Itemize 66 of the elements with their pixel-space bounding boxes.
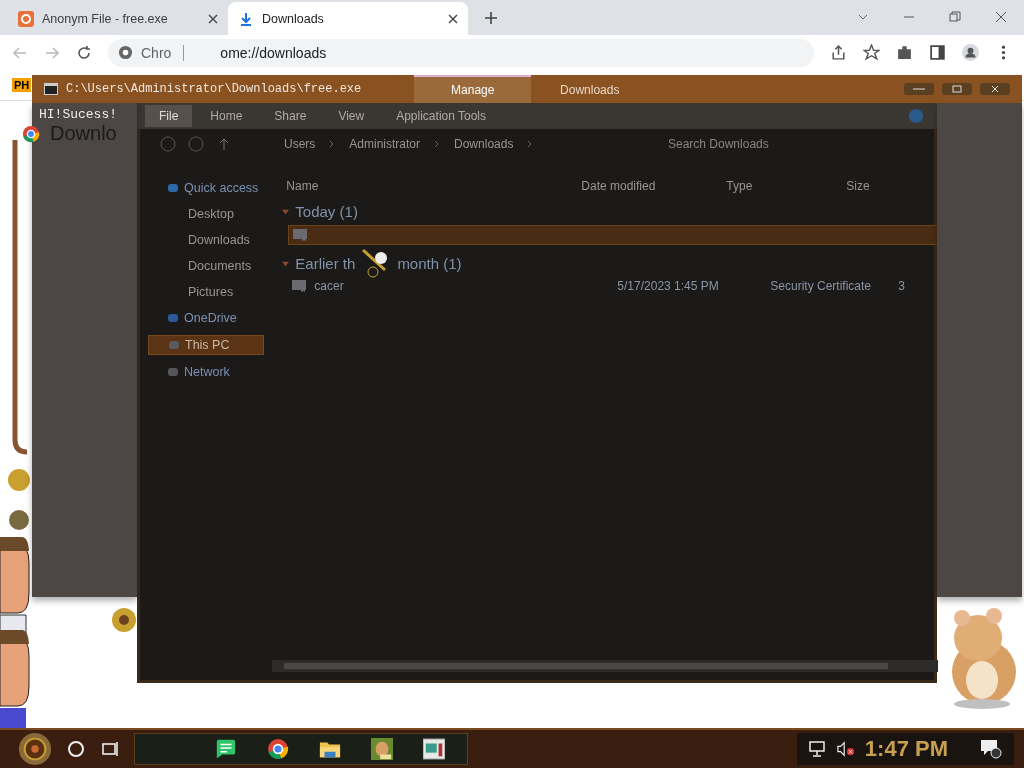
file-row[interactable]: cacer 5/17/2023 1:45 PM Security Certificate 3 [288,277,939,295]
nav-item[interactable]: Downloads [148,231,265,249]
nav-item[interactable]: Pictures [148,283,265,301]
menu-tab[interactable]: Home [196,105,257,127]
ribbon-tab[interactable]: Manage [414,75,532,103]
column-header[interactable]: Type [726,179,847,193]
app-thumbnail-icon[interactable] [371,738,393,760]
network-icon[interactable] [808,741,827,757]
group-header: Today (1) [295,202,358,220]
window-app-icon[interactable] [423,738,445,760]
group-header: Earlier th [295,254,356,272]
console-icon [44,83,58,95]
chat-app-icon[interactable] [215,738,237,760]
side-panel-icon[interactable] [929,44,946,61]
task-view-icon[interactable] [100,739,120,759]
browser-tab[interactable]: Downloads [228,2,468,35]
close-icon[interactable] [448,13,458,24]
menu-tab[interactable]: File [145,105,193,127]
close-icon[interactable] [995,11,1007,23]
muted-speaker-icon[interactable] [836,741,855,757]
nav-item[interactable]: OneDrive [148,309,265,327]
breadcrumb-item[interactable]: Administrator [349,137,421,151]
address-bar[interactable]: Chro ome://downloads [108,38,814,67]
search-field[interactable]: Search Downloads [666,135,880,153]
minimize-icon[interactable] [904,83,934,95]
column-header[interactable]: Size [846,179,887,193]
restore-icon[interactable] [949,11,961,23]
console-output: HI!Sucess! [38,106,118,124]
certificate-icon [293,229,308,241]
start-gear-icon[interactable] [18,732,52,766]
browser-tab[interactable]: Anonym File - free.exe [8,2,228,35]
share-icon[interactable] [830,44,847,61]
nav-item[interactable]: Network [148,363,265,381]
menu-tab[interactable]: Share [260,105,321,127]
collapse-icon[interactable] [282,207,290,215]
collapse-icon[interactable] [282,259,290,267]
nav-item[interactable]: Quick access [148,179,265,197]
new-tab-icon[interactable] [484,11,498,25]
bookmark-badge[interactable]: PH [12,78,32,92]
nav-item[interactable]: Desktop [148,205,265,223]
download-icon [238,10,254,27]
chevron-icon[interactable] [527,140,534,148]
nav-item[interactable]: Documents [148,257,265,275]
star-icon[interactable] [863,44,880,61]
reload-icon[interactable] [76,44,92,61]
profile-icon[interactable] [962,44,979,61]
column-header[interactable]: Name [286,179,582,193]
chrome-logo-icon [22,124,40,143]
breadcrumb-item[interactable]: Users [284,137,316,151]
close-icon[interactable] [208,13,218,24]
chevron-icon[interactable] [329,140,336,148]
ribbon-tab[interactable]: Downloads [531,75,649,103]
nav-item[interactable]: This PC [148,335,265,355]
menu-tab[interactable]: Application Tools [382,105,501,127]
clock-time[interactable]: 1:47 PM [864,736,948,762]
column-header[interactable]: Date modified [581,179,727,193]
close-icon[interactable] [980,83,1010,95]
menu-tab[interactable]: View [324,105,379,127]
window-title: C:\Users\Administrator\Downloads\free.exe [66,82,362,96]
chevron-icon[interactable] [434,140,441,148]
maximize-icon[interactable] [942,83,972,95]
notification-icon[interactable] [980,739,1002,759]
group-header: month (1) [397,254,462,272]
horizontal-scrollbar[interactable] [272,660,939,672]
certificate-icon [292,280,307,292]
breadcrumb-item[interactable]: Downloads [454,137,514,151]
